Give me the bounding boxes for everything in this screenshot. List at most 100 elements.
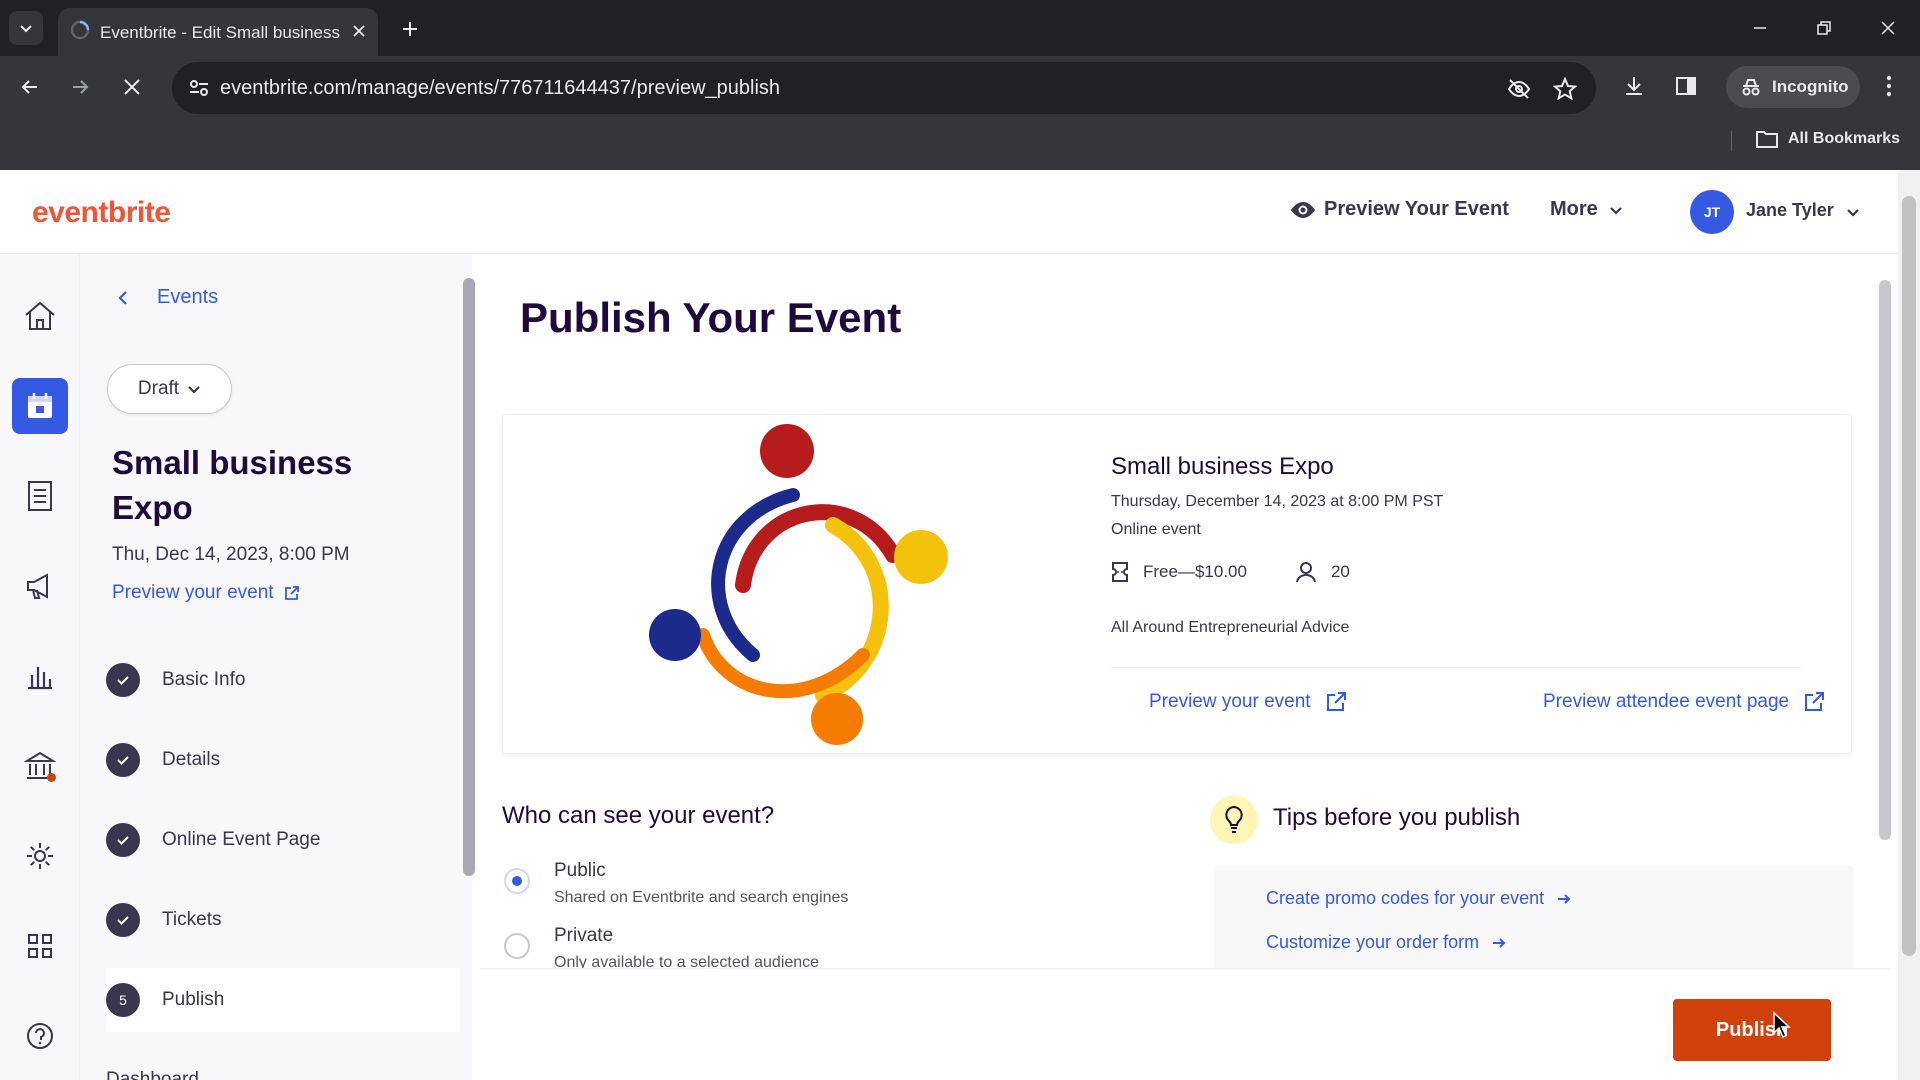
main-scrollbar-thumb[interactable] [1879, 280, 1891, 840]
tab-close-button[interactable] [348, 20, 370, 42]
status-dropdown[interactable]: Draft [107, 364, 232, 414]
option-public-label[interactable]: Public [554, 860, 606, 882]
stop-loading-button[interactable] [116, 71, 148, 103]
bookmarks-separator [1731, 131, 1732, 151]
browser-menu-button[interactable] [1874, 71, 1904, 101]
downloads-button[interactable] [1619, 71, 1649, 101]
back-to-events-link[interactable]: Events [117, 286, 218, 309]
rail-marketing[interactable] [12, 558, 68, 614]
card-divider [1111, 667, 1801, 668]
external-link-icon [1326, 692, 1346, 711]
event-logo-image [649, 424, 948, 745]
notification-dot [47, 773, 56, 782]
chevron-down-icon [188, 386, 200, 394]
tip-promo-codes-link[interactable]: Create promo codes for your event [1266, 888, 1572, 909]
user-avatar[interactable]: JT [1690, 190, 1734, 234]
calendar-icon [28, 393, 52, 418]
eye-icon [1291, 201, 1315, 218]
external-link-icon [284, 586, 299, 600]
step-online-event-page[interactable]: Online Event Page [106, 808, 460, 872]
tracking-protection-button[interactable] [1506, 76, 1532, 102]
browser-tab-active[interactable]: Eventbrite - Edit Small business Expo [58, 8, 378, 56]
step-publish[interactable]: 5 Publish [106, 968, 460, 1032]
tip-order-form-link[interactable]: Customize your order form [1266, 932, 1507, 953]
incognito-label: Incognito [1772, 77, 1849, 96]
site-settings-icon [190, 80, 208, 96]
rail-finance[interactable] [12, 738, 68, 794]
step-basic-info[interactable]: Basic Info [106, 648, 460, 712]
chevron-down-icon [20, 25, 32, 33]
loading-spinner-icon [70, 20, 90, 40]
url-text: eventbrite.com/manage/events/77671164443… [220, 77, 781, 99]
rail-events[interactable] [12, 378, 68, 434]
step-details[interactable]: Details [106, 728, 460, 792]
incognito-indicator[interactable]: Incognito [1726, 66, 1860, 108]
sidebar-preview-link[interactable]: Preview your event [112, 582, 300, 604]
card-preview-event-link[interactable]: Preview your event [1149, 691, 1347, 713]
step-label: Details [162, 749, 221, 770]
icon-rail [0, 254, 80, 1080]
check-icon [106, 823, 140, 857]
page-title: Publish Your Event [520, 294, 902, 341]
status-label: Draft [137, 378, 180, 399]
close-window-button[interactable] [1870, 13, 1906, 43]
panel-scrollbar-thumb[interactable] [463, 278, 475, 876]
megaphone-icon [27, 573, 48, 599]
user-name[interactable]: Jane Tyler [1746, 200, 1834, 221]
star-icon [1553, 77, 1577, 101]
chevron-left-icon [118, 290, 127, 305]
rail-apps[interactable] [12, 918, 68, 974]
option-public-desc: Shared on Eventbrite and search engines [554, 889, 849, 906]
option-private-label[interactable]: Private [554, 925, 613, 947]
card-preview-event-label: Preview your event [1149, 691, 1311, 712]
close-icon [124, 79, 140, 95]
lightbulb-icon [1210, 796, 1258, 844]
back-button[interactable] [14, 71, 46, 103]
address-bar[interactable]: eventbrite.com/manage/events/77671164443… [172, 62, 1596, 114]
chevron-down-icon[interactable] [1845, 204, 1861, 220]
side-panel-icon [1676, 77, 1696, 95]
rail-orders[interactable] [12, 468, 68, 524]
browser-tab-bar: Eventbrite - Edit Small business Expo [0, 0, 1920, 56]
chevron-down-icon [1610, 206, 1622, 215]
external-link-icon [1805, 692, 1825, 711]
preview-your-event-button[interactable]: Preview Your Event [1290, 198, 1509, 221]
tips-title: Tips before you publish [1273, 804, 1521, 831]
close-icon [1881, 21, 1895, 35]
restore-button[interactable] [1806, 13, 1842, 43]
eventbrite-logo[interactable]: eventbrite [32, 196, 171, 230]
step-tickets[interactable]: Tickets [106, 888, 460, 952]
rail-help[interactable] [12, 1008, 68, 1064]
new-tab-button[interactable] [394, 13, 426, 45]
minimize-button[interactable] [1742, 13, 1778, 43]
home-icon [25, 301, 55, 330]
side-panel-button[interactable] [1671, 71, 1701, 101]
rail-reports[interactable] [12, 648, 68, 704]
card-preview-attendee-link[interactable]: Preview attendee event page [1543, 691, 1825, 713]
eye-off-icon [1507, 79, 1531, 99]
grid-icon [28, 934, 52, 958]
page-scrollbar-thumb[interactable] [1902, 196, 1916, 956]
person-icon [1295, 562, 1316, 583]
rail-settings[interactable] [12, 828, 68, 884]
tip-promo-codes-label: Create promo codes for your event [1266, 888, 1545, 908]
rail-home[interactable] [12, 288, 68, 344]
more-menu-button[interactable]: More [1550, 198, 1624, 221]
dashboard-link-partial[interactable]: Dashboard [106, 1066, 199, 1080]
check-icon [106, 663, 140, 697]
radio-private[interactable] [504, 933, 530, 959]
step-label: Basic Info [162, 669, 246, 690]
radio-public[interactable] [504, 868, 530, 894]
arrow-left-icon [21, 80, 37, 94]
step-label: Online Event Page [162, 829, 321, 850]
card-event-name: Small business Expo [1111, 453, 1334, 480]
tab-search-button[interactable] [9, 11, 43, 45]
publish-button[interactable]: Publish [1673, 999, 1831, 1061]
bookmark-star-button[interactable] [1552, 76, 1578, 102]
all-bookmarks-label: All Bookmarks [1788, 130, 1901, 147]
forward-button[interactable] [64, 71, 96, 103]
all-bookmarks-button[interactable]: All Bookmarks [1756, 130, 1900, 148]
plus-icon [403, 22, 417, 36]
mouse-cursor-icon [1773, 1011, 1791, 1039]
card-organizer: All Around Entrepreneurial Advice [1111, 619, 1350, 636]
